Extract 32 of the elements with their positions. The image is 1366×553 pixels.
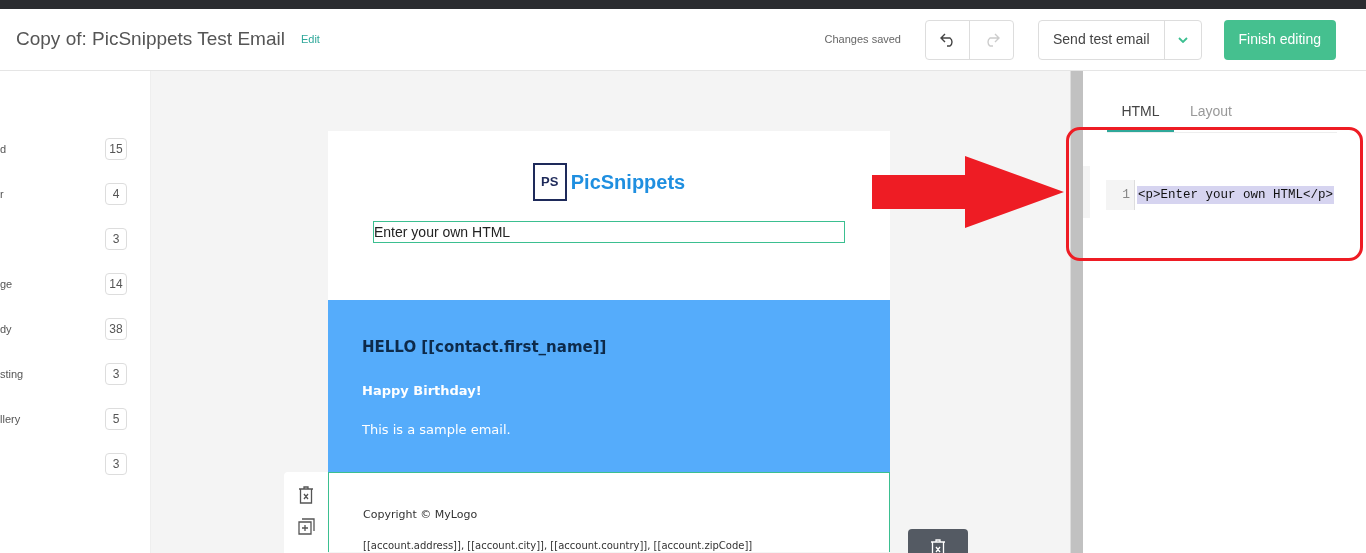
save-status: Changes saved	[824, 32, 901, 48]
category-label[interactable]: r	[0, 185, 4, 203]
category-label[interactable]: dy	[0, 320, 12, 338]
line-number: 1	[1106, 180, 1135, 210]
count-badge: 38	[105, 318, 127, 340]
count-badge: 3	[105, 363, 127, 385]
greeting-body: This is a sample email.	[362, 421, 512, 439]
chevron-down-icon	[1177, 36, 1188, 43]
logo-text: PicSnippets	[570, 170, 686, 195]
count-badge: 3	[105, 228, 127, 250]
logo-mark: PS	[532, 163, 567, 201]
count-badge: 5	[105, 408, 127, 430]
count-badge: 14	[105, 273, 127, 295]
address-text: [[account.address]], [[account.city]], [[account.country]], [[account.zipCode]]	[363, 538, 754, 553]
count-badge: 15	[105, 138, 127, 160]
category-label[interactable]: d	[0, 140, 7, 158]
count-badge: 3	[105, 453, 127, 475]
duplicate-icon[interactable]	[297, 518, 315, 535]
html-block[interactable]: Enter your own HTML	[373, 221, 845, 243]
panel-tab[interactable]: HTML	[1107, 101, 1174, 132]
email-title: Copy of: PicSnippets Test Email	[16, 27, 285, 52]
category-label[interactable]: sting	[0, 365, 24, 383]
undo-icon	[939, 32, 956, 47]
category-label[interactable]: llery	[0, 410, 21, 428]
delete-icon[interactable]	[298, 486, 314, 504]
count-badge: 4	[105, 183, 127, 205]
category-label[interactable]: ge	[0, 275, 13, 293]
greeting-subheading: Happy Birthday!	[362, 381, 483, 400]
copyright-text: Copyright © MyLogo	[363, 507, 479, 523]
delete-tooltip[interactable]	[908, 529, 968, 553]
greeting-heading: HELLO [[contact.first_name]]	[362, 337, 608, 358]
trash-icon[interactable]	[930, 539, 946, 553]
